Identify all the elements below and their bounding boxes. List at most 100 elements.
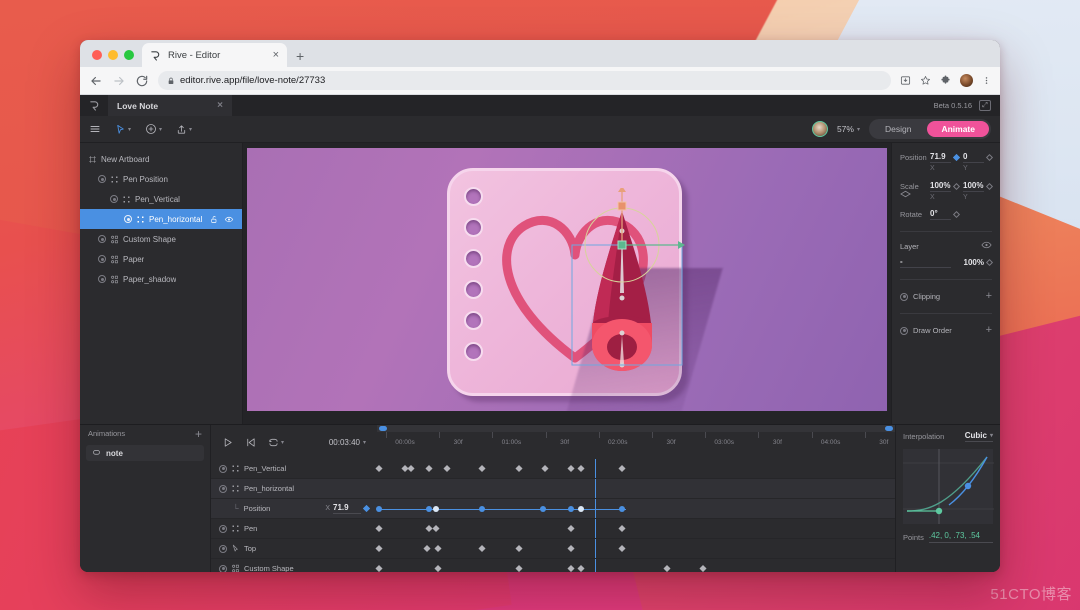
tree-item-pen-horizontal[interactable]: Pen_horizontal [80,209,242,229]
timeline-row[interactable]: Pen [211,519,895,539]
keyframe[interactable] [423,545,430,552]
clipping-section[interactable]: Clipping + [900,291,992,302]
timeline-row[interactable]: Pen_horizontal [211,479,895,499]
tree-item-custom-shape[interactable]: Custom Shape [80,229,242,249]
canvas-viewport[interactable] [243,143,891,424]
keyframe[interactable] [567,525,574,532]
keyframe[interactable] [618,465,625,472]
add-animation-button[interactable]: + [195,428,202,440]
keyframe[interactable] [434,545,441,552]
expand-toggle-icon[interactable] [98,175,106,183]
timeline-ruler[interactable]: 00:00s30f01:00s30f02:00s30f03:00s30f04:0… [377,425,895,459]
keyframe[interactable] [541,465,548,472]
timeline-row[interactable]: Pen_Vertical [211,459,895,479]
reload-icon[interactable] [135,74,149,88]
opacity-field[interactable]: 100% [955,258,992,268]
keyframe[interactable] [478,545,485,552]
playhead[interactable] [595,459,596,478]
keyframe[interactable] [426,506,432,512]
select-tool-button[interactable]: ▾ [115,124,131,135]
keyframe[interactable] [376,506,382,512]
chevron-down-icon[interactable]: ▾ [128,126,131,133]
keyframe[interactable] [443,465,450,472]
expand-toggle-icon[interactable] [98,275,106,283]
file-tab-close-icon[interactable]: × [217,100,223,111]
keyframe[interactable] [618,525,625,532]
keyframe[interactable] [577,565,584,572]
tab-design[interactable]: Design [871,121,925,137]
expand-toggle-icon[interactable] [219,465,227,473]
expand-toggle-icon[interactable] [98,255,106,263]
expand-toggle-icon[interactable] [98,235,106,243]
timeline-track[interactable] [377,459,895,478]
zoom-control[interactable]: 57% ▾ [837,124,860,134]
address-bar[interactable]: editor.rive.app/file/love-note/27733 [158,71,891,90]
playhead[interactable] [595,539,596,558]
extensions-icon[interactable] [940,75,951,86]
expand-toggle-icon[interactable] [219,485,227,493]
timeline-track[interactable] [377,479,895,498]
keyframe[interactable] [567,465,574,472]
file-tab[interactable]: Love Note × [108,95,232,116]
playhead[interactable] [595,499,596,518]
keyframe[interactable] [578,506,584,512]
timeline-row-header[interactable]: └PositionX71.9 [211,499,377,518]
browser-tab[interactable]: Rive - Editor × [142,43,287,67]
keyframe[interactable] [478,465,485,472]
keyframe[interactable] [699,565,706,572]
animation-item-note[interactable]: note [86,445,204,461]
close-window-button[interactable] [92,50,102,60]
keyframe[interactable] [432,525,439,532]
timeline-row-header[interactable]: Top [211,539,377,558]
rotate-field[interactable]: 0° [930,209,959,220]
scrollbar-thumb-right[interactable] [885,426,893,431]
expand-toggle-icon[interactable] [219,565,227,573]
tree-item-paper-shadow[interactable]: Paper_shadow [80,269,242,289]
timeline-track[interactable] [377,539,895,558]
loop-mode-button[interactable]: ▾ [268,437,284,448]
keyframe[interactable] [577,465,584,472]
keyframe[interactable] [619,506,625,512]
keyframe-diamond-icon[interactable] [953,154,960,161]
interpolation-mode-select[interactable]: Cubic ▾ [965,431,993,442]
tree-item-pen-vertical[interactable]: Pen_Vertical [80,189,242,209]
expand-toggle-icon[interactable] [219,545,227,553]
chevron-down-icon[interactable]: ▾ [189,126,192,133]
timeline-row[interactable]: └PositionX71.9 [211,499,895,519]
hamburger-menu-button[interactable] [89,123,101,135]
browser-profile-avatar[interactable] [960,74,973,87]
keyframe[interactable] [433,506,439,512]
forward-icon[interactable] [112,74,126,88]
layer-visibility-toggle[interactable] [981,241,992,251]
playhead[interactable] [595,519,596,538]
selection-gizmo[interactable] [547,188,722,368]
unlock-icon[interactable] [210,215,218,224]
artboard[interactable] [247,148,887,411]
timeline-track[interactable] [377,499,895,518]
scale-x-field[interactable]: 100% [930,181,959,192]
keyframe[interactable] [663,565,670,572]
rive-logo-icon[interactable] [80,95,108,116]
timeline-row-header[interactable]: Pen [211,519,377,538]
link-icon[interactable] [900,190,911,198]
playhead[interactable] [595,559,596,572]
minimize-window-button[interactable] [108,50,118,60]
timeline-track[interactable] [377,519,895,538]
draw-order-section[interactable]: Draw Order + [900,325,992,336]
chevron-down-icon[interactable]: ▾ [159,126,162,133]
points-value[interactable]: .42, 0, .73, .54 [929,531,993,543]
expand-icon[interactable]: ⤢ [979,100,991,111]
keyframe[interactable] [568,506,574,512]
keyframe[interactable] [515,545,522,552]
eye-icon[interactable] [224,215,234,224]
ruler-ticks[interactable]: 00:00s30f01:00s30f02:00s30f03:00s30f04:0… [377,432,895,459]
scrollbar-thumb-left[interactable] [379,426,387,431]
keyframe[interactable] [567,545,574,552]
expand-toggle-icon[interactable] [124,215,132,223]
timeline-row-header[interactable]: Pen_Vertical [211,459,377,478]
keyframe-diamond-icon[interactable] [986,259,993,266]
collapse-icon[interactable] [900,327,908,335]
blend-mode-value[interactable]: - [900,257,951,268]
keyframe[interactable] [425,465,432,472]
keyframe[interactable] [479,506,485,512]
